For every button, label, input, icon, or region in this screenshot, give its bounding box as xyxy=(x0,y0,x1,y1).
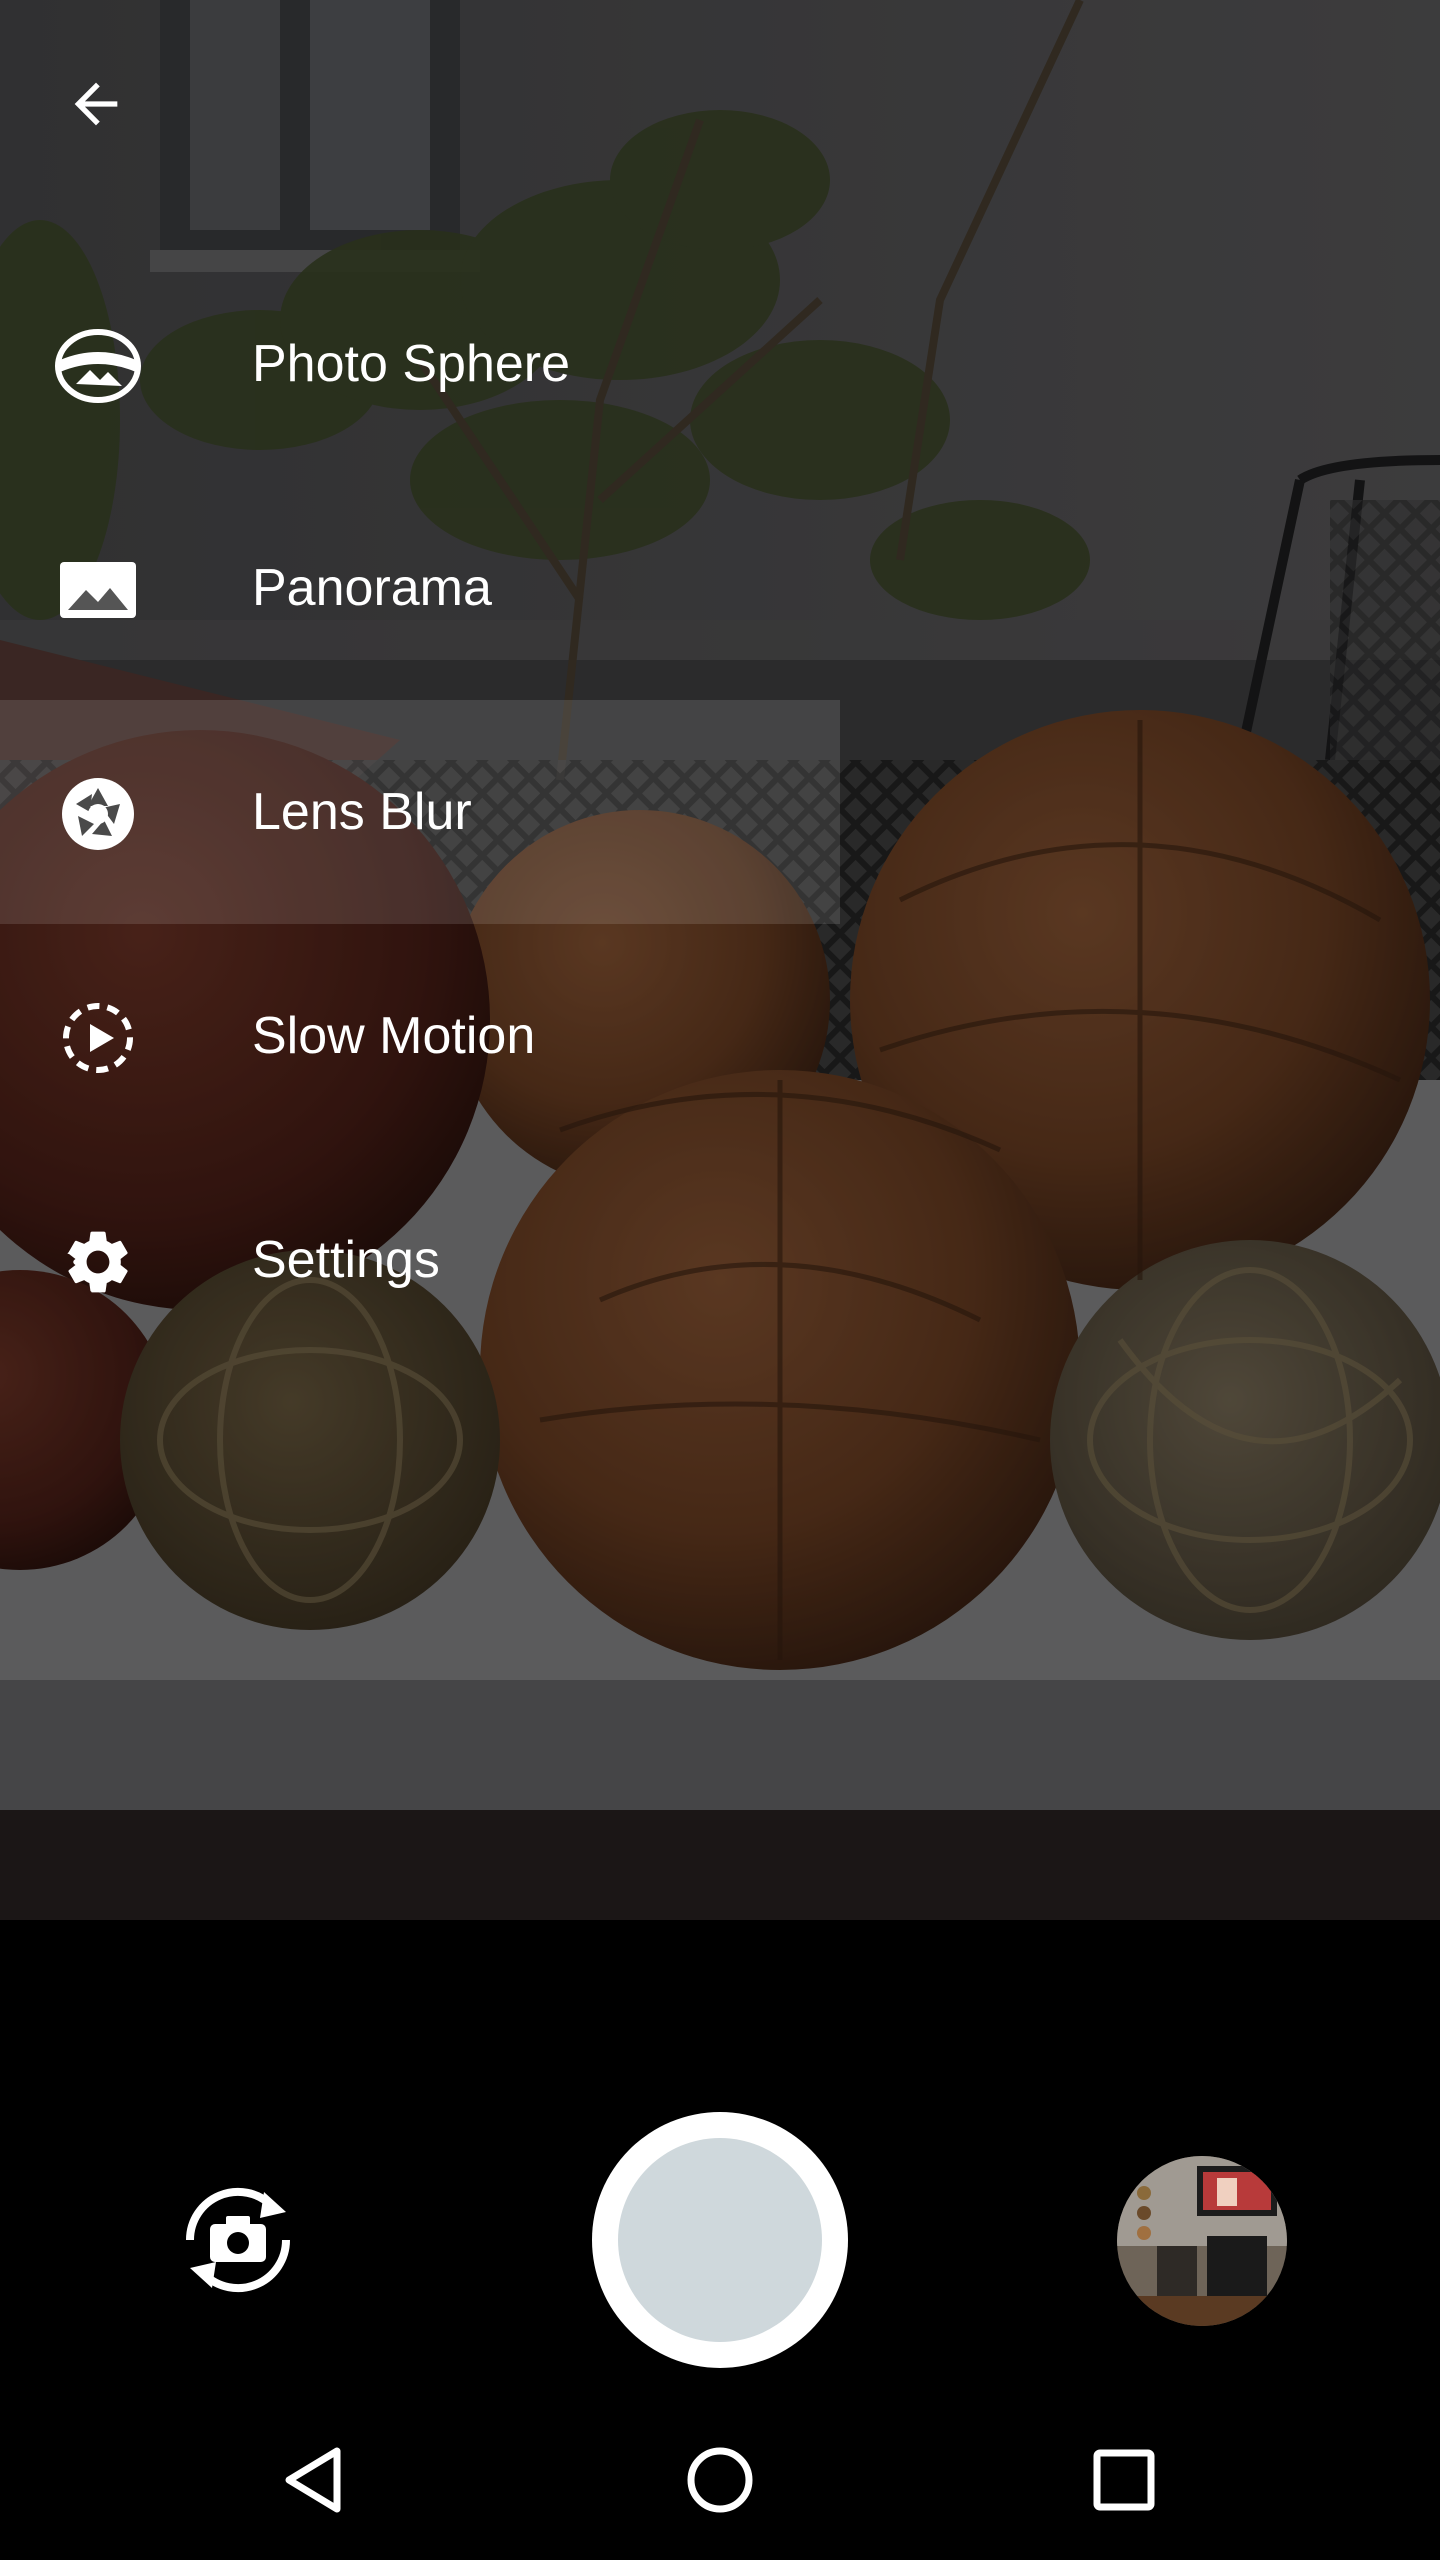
photo-sphere-icon xyxy=(46,314,150,418)
lens-blur-icon xyxy=(46,762,150,866)
mode-label: Slow Motion xyxy=(252,1007,536,1065)
shutter-inner xyxy=(618,2138,822,2342)
mode-label: Lens Blur xyxy=(252,783,472,841)
gallery-thumbnail[interactable] xyxy=(1117,2156,1287,2326)
nav-home-icon xyxy=(687,2447,753,2513)
switch-camera-icon xyxy=(185,2187,291,2293)
camera-screen: Photo Sphere Panorama Lens Blur Slow Mot… xyxy=(0,0,1440,2560)
menu-item-photo-sphere[interactable]: Photo Sphere xyxy=(0,252,840,476)
menu-item-panorama[interactable]: Panorama xyxy=(0,476,840,700)
slow-motion-icon xyxy=(46,986,150,1090)
mode-label: Settings xyxy=(252,1231,440,1289)
nav-home-button[interactable] xyxy=(650,2410,790,2550)
panorama-icon xyxy=(46,538,150,642)
menu-item-settings[interactable]: Settings xyxy=(0,1148,840,1372)
nav-back-button[interactable] xyxy=(246,2410,386,2550)
back-button[interactable] xyxy=(40,48,152,160)
menu-item-lens-blur[interactable]: Lens Blur xyxy=(0,700,840,924)
thumbnail-image xyxy=(1117,2156,1287,2326)
nav-back-icon xyxy=(285,2447,341,2513)
menu-item-slow-motion[interactable]: Slow Motion xyxy=(0,924,840,1148)
gear-icon xyxy=(46,1210,150,1314)
arrow-back-icon xyxy=(74,82,118,126)
mode-label: Photo Sphere xyxy=(252,335,571,393)
nav-recents-icon xyxy=(1093,2449,1155,2511)
switch-camera-button[interactable] xyxy=(162,2164,314,2316)
nav-recents-button[interactable] xyxy=(1054,2410,1194,2550)
mode-label: Panorama xyxy=(252,559,492,617)
shutter-button[interactable] xyxy=(592,2112,848,2368)
